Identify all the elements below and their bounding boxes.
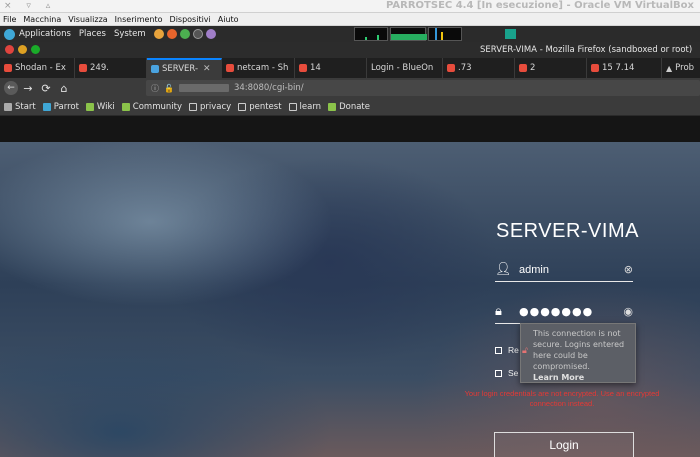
tab-prob[interactable]: ▲ Prob [662, 58, 700, 78]
bookmark-learn[interactable]: learn [288, 102, 321, 112]
redacted-host [178, 84, 229, 92]
warning-icon: ▲ [666, 63, 673, 73]
user-icon: 👤︎ [495, 262, 512, 277]
favicon-icon [299, 64, 307, 72]
tab-ip-14[interactable]: 14 [295, 58, 367, 78]
vbox-window-title: PARROTSEC 4.4 [In esecuzione] - Oracle V… [386, 0, 694, 11]
menu-devices[interactable]: Dispositivi [170, 15, 211, 24]
donate-icon [328, 102, 337, 111]
menu-machine[interactable]: Macchina [23, 15, 61, 24]
tab-server-vima[interactable]: SERVER- ✕ [147, 58, 222, 78]
tab-netcam[interactable]: netcam - Sh [222, 58, 295, 78]
insecure-lock-icon: 🔓︎ [522, 346, 528, 356]
tab-ip-249[interactable]: 249. [75, 58, 147, 78]
bookmark-wiki[interactable]: Wiki [85, 102, 115, 112]
reload-button[interactable]: ⟳ [38, 80, 54, 96]
forward-button[interactable]: → [20, 80, 36, 96]
minimize-icon[interactable] [18, 45, 27, 54]
panel-applications[interactable]: Applications [19, 29, 71, 39]
firefox-icon[interactable] [166, 29, 177, 39]
learn-more-link[interactable]: Learn More [533, 372, 629, 383]
clear-input-icon[interactable]: ⊗ [624, 263, 633, 276]
username-field[interactable]: 👤︎ admin ⊗ [495, 258, 633, 282]
vbox-titlebar: × ▿ ▵ PARROTSEC 4.4 [In esecuzione] - Or… [0, 0, 700, 13]
wiki-icon [85, 102, 94, 111]
login-title: SERVER-VIMA [496, 220, 639, 242]
parrot-icon [42, 102, 51, 111]
vbox-menubar: File Macchina Visualizza Inserimento Dis… [0, 13, 700, 26]
lock-icon: 🔒︎ [495, 304, 502, 319]
page-icon [4, 102, 12, 111]
site-info-icon[interactable]: ⓘ [151, 83, 159, 94]
url-text: 34:8080/cgi-bin/ [233, 83, 304, 93]
cpu-monitor [354, 27, 388, 41]
maximize-icon[interactable] [31, 45, 40, 54]
insecure-login-tooltip: 🔓︎ This connection is not secure. Logins… [520, 323, 636, 383]
tab-bar: Shodan - Ex 249. SERVER- ✕ netcam - Sh 14… [0, 58, 700, 78]
favicon-icon [591, 64, 599, 72]
home-button[interactable]: ⌂ [56, 80, 72, 96]
firefox-window-title: SERVER-VIMA - Mozilla Firefox (sandboxed… [480, 45, 693, 55]
favicon-icon [151, 65, 159, 73]
url-bar[interactable]: ⓘ 🔓 34:8080/cgi-bin/ [146, 80, 700, 96]
checkbox-secure[interactable] [495, 370, 502, 377]
username-input[interactable]: admin [515, 264, 624, 276]
folder-icon [288, 102, 297, 111]
close-icon[interactable] [5, 45, 14, 54]
page-header-strip [0, 116, 700, 142]
favicon-icon [226, 64, 234, 72]
tray-icon[interactable] [505, 29, 516, 39]
password-input[interactable]: ●●●●●●● [515, 305, 623, 318]
tab-ip-15[interactable]: 15 7.14 [587, 58, 662, 78]
show-password-icon[interactable]: ◉ [623, 305, 633, 318]
bookmark-pentest[interactable]: pentest [238, 102, 282, 112]
network-monitor [428, 27, 462, 41]
page-content: SERVER-VIMA 👤︎ admin ⊗ 🔒︎ ●●●●●●● ◉ Re S… [0, 116, 700, 457]
favicon-icon [447, 64, 455, 72]
tab-ip-2[interactable]: 2 [515, 58, 587, 78]
insecure-lock-icon[interactable]: 🔓 [164, 84, 174, 93]
community-icon [121, 102, 130, 111]
encryption-warning: Your login credentials are not encrypted… [464, 389, 660, 408]
tab-login-blueonyx[interactable]: Login - BlueOn [367, 58, 443, 78]
tab-ip-73[interactable]: .73 [443, 58, 515, 78]
menu-view[interactable]: Visualizza [68, 15, 107, 24]
bookmarks-toolbar: Start Parrot Wiki Community privacy pent… [0, 98, 700, 116]
panel-places[interactable]: Places [79, 29, 106, 39]
close-tab-icon[interactable]: ✕ [203, 64, 211, 74]
folder-icon [238, 102, 247, 111]
menu-help[interactable]: Aiuto [218, 15, 239, 24]
favicon-icon [79, 64, 87, 72]
files-icon[interactable] [153, 29, 164, 39]
favicon-icon [519, 64, 527, 72]
favicon-icon [4, 64, 12, 72]
tooltip-text: This connection is not secure. Logins en… [533, 329, 625, 371]
bookmark-donate[interactable]: Donate [328, 102, 370, 112]
tab-shodan[interactable]: Shodan - Ex [0, 58, 75, 78]
chrome-icon[interactable] [179, 29, 190, 39]
menu-file[interactable]: File [3, 15, 16, 24]
back-button[interactable]: ← [4, 81, 18, 95]
checkbox-secure-label: Se [508, 368, 519, 378]
password-field[interactable]: 🔒︎ ●●●●●●● ◉ [495, 300, 633, 324]
checkbox-remember[interactable] [495, 347, 502, 354]
desktop-panel: Applications Places System [0, 26, 700, 42]
menu-input[interactable]: Inserimento [115, 15, 163, 24]
memory-monitor [390, 27, 427, 41]
bookmark-community[interactable]: Community [121, 102, 182, 112]
parrot-logo-icon[interactable] [4, 28, 15, 40]
checkbox-remember-label: Re [508, 345, 519, 355]
firefox-titlebar: SERVER-VIMA - Mozilla Firefox (sandboxed… [0, 42, 700, 58]
editor-icon[interactable] [205, 29, 216, 39]
window-controls[interactable]: × ▿ ▵ [4, 1, 56, 11]
login-button[interactable]: Login [494, 432, 634, 457]
bookmark-parrot[interactable]: Parrot [42, 102, 79, 112]
firefox-window-controls [5, 45, 40, 54]
bookmark-privacy[interactable]: privacy [188, 102, 231, 112]
bookmark-start[interactable]: Start [4, 102, 36, 112]
panel-system[interactable]: System [114, 29, 146, 39]
navigation-bar: ← → ⟳ ⌂ ⓘ 🔓 34:8080/cgi-bin/ [0, 78, 700, 98]
terminal-icon[interactable] [192, 29, 203, 39]
folder-icon [188, 102, 197, 111]
